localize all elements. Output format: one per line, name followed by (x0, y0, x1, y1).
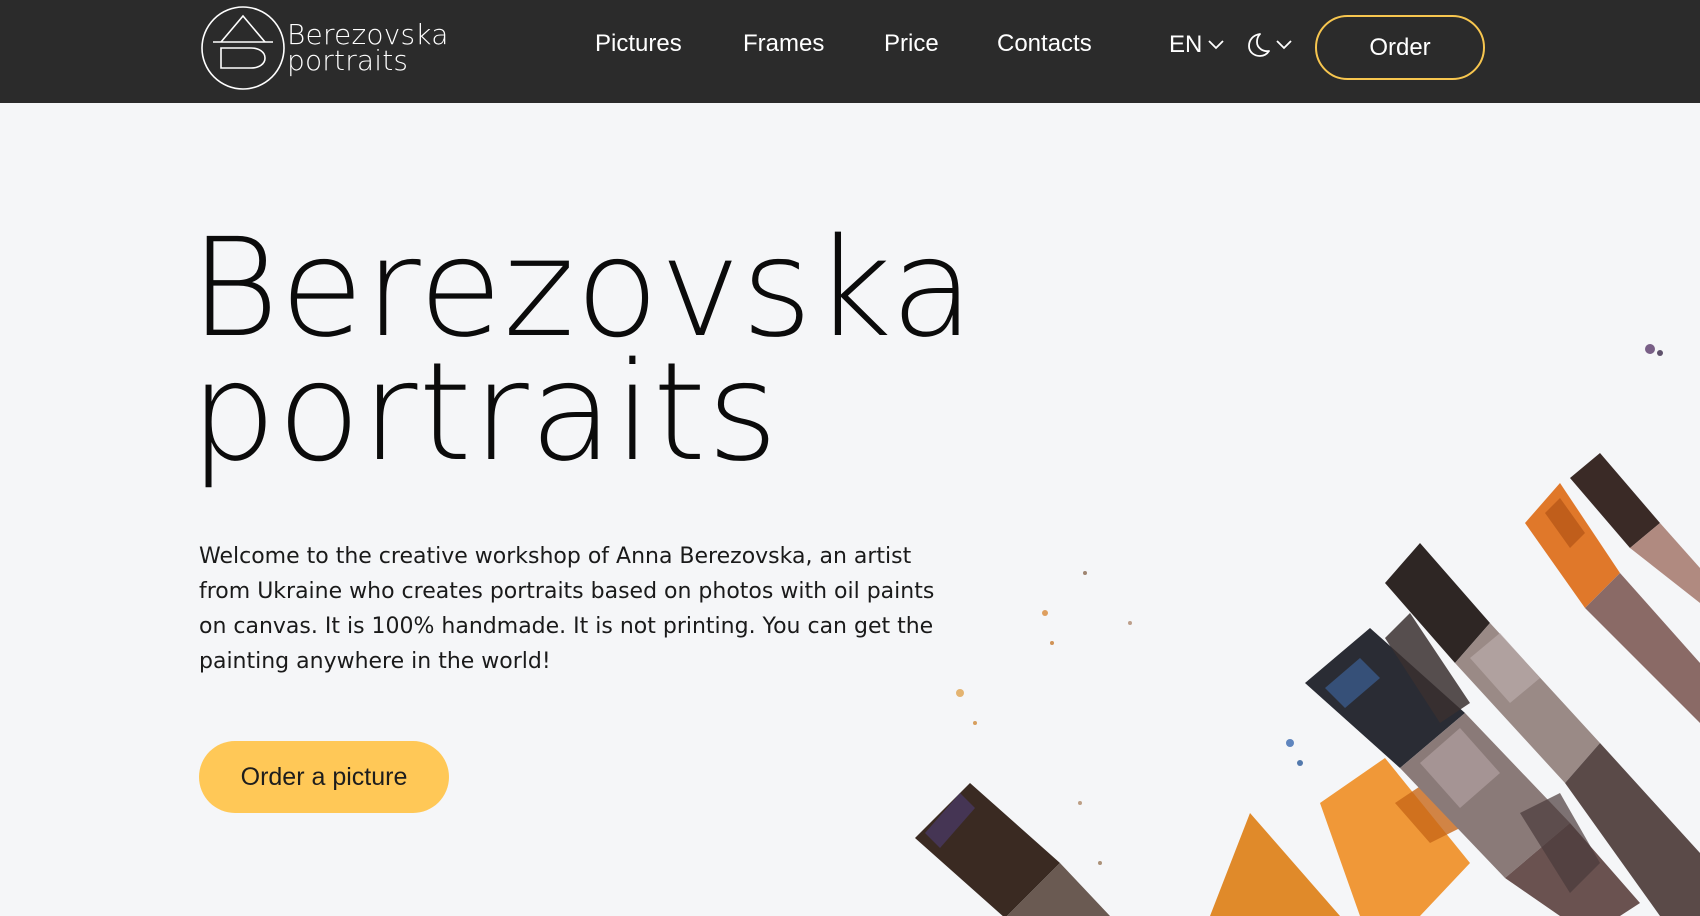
theme-selector[interactable] (1246, 32, 1292, 58)
hero-title-line-2: portraits (190, 334, 779, 492)
paint-splatters (956, 344, 1663, 865)
order-button[interactable]: Order (1315, 15, 1485, 80)
nav-link-frames[interactable]: Frames (743, 30, 824, 58)
chevron-down-icon (1276, 40, 1292, 50)
chevron-down-icon (1208, 40, 1224, 50)
logo-mark-icon (201, 6, 285, 90)
nav-link-pictures[interactable]: Pictures (595, 30, 682, 58)
hero-section: Berezovska portraits Welcome to the crea… (0, 103, 1700, 916)
hero-title-line-1: Berezovska (190, 210, 975, 368)
site-logo[interactable]: Berezovska portraits (199, 4, 449, 92)
order-picture-button[interactable]: Order a picture (199, 741, 449, 813)
language-selector[interactable]: EN (1169, 31, 1224, 59)
logo-text: Berezovska portraits (287, 21, 449, 77)
language-current: EN (1169, 31, 1203, 58)
moon-icon (1248, 33, 1270, 57)
site-header: Berezovska portraits Pictures Frames Pri… (0, 0, 1700, 103)
logo-line-2: portraits (287, 44, 409, 77)
nav-link-price[interactable]: Price (884, 30, 939, 58)
nav-link-contacts[interactable]: Contacts (997, 30, 1092, 58)
hero-title: Berezovska portraits (190, 210, 975, 492)
hero-description: Welcome to the creative workshop of Anna… (199, 544, 935, 674)
